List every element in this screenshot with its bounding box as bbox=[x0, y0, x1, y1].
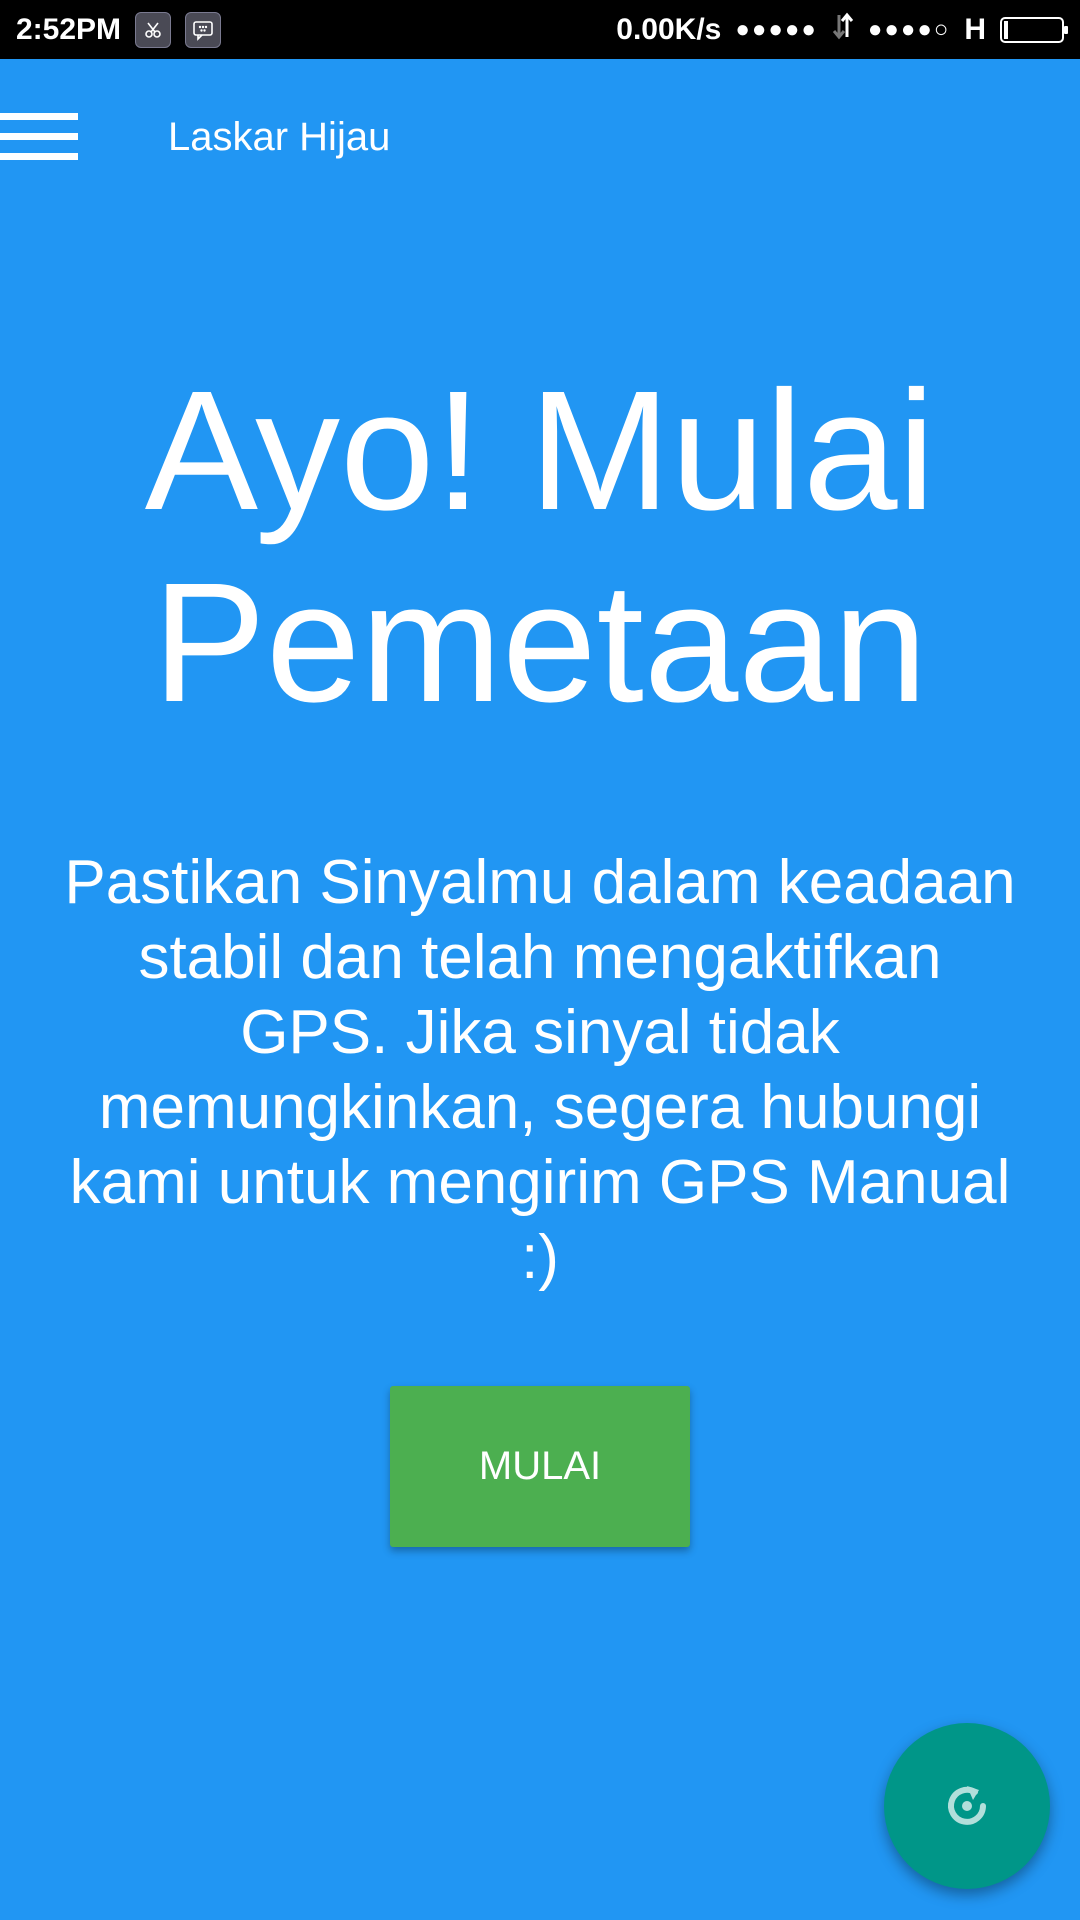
hero-title: Ayo! Mulai Pemetaan bbox=[144, 356, 936, 738]
app-bar: Laskar Hijau bbox=[0, 59, 1080, 223]
data-transfer-icon bbox=[832, 11, 854, 49]
status-time: 2:52PM bbox=[16, 12, 122, 46]
status-left: 2:52PM bbox=[16, 11, 222, 48]
battery-icon bbox=[1000, 16, 1068, 43]
start-button[interactable]: MULAI bbox=[390, 1386, 690, 1547]
refresh-fab[interactable] bbox=[884, 1723, 1050, 1889]
network-speed: 0.00K/s bbox=[616, 12, 722, 46]
refresh-icon bbox=[948, 1786, 986, 1825]
network-type: H bbox=[964, 12, 986, 46]
status-bar: 2:52PM 0.00K/s ●●●●● ●●●●○ H bbox=[0, 0, 1080, 59]
status-right: 0.00K/s ●●●●● ●●●●○ H bbox=[616, 11, 1068, 49]
signal-strength-sim1: ●●●●● bbox=[735, 15, 818, 43]
bbm-notification-icon bbox=[185, 11, 222, 48]
battery-level bbox=[1004, 20, 1008, 39]
app-title: Laskar Hijau bbox=[168, 115, 391, 159]
hamburger-menu-icon[interactable] bbox=[0, 113, 80, 173]
cut-app-notification-icon bbox=[135, 11, 172, 48]
hero-description: Pastikan Sinyalmu dalam keadaan stabil d… bbox=[64, 848, 1016, 1292]
signal-strength-sim2: ●●●●○ bbox=[867, 15, 951, 43]
